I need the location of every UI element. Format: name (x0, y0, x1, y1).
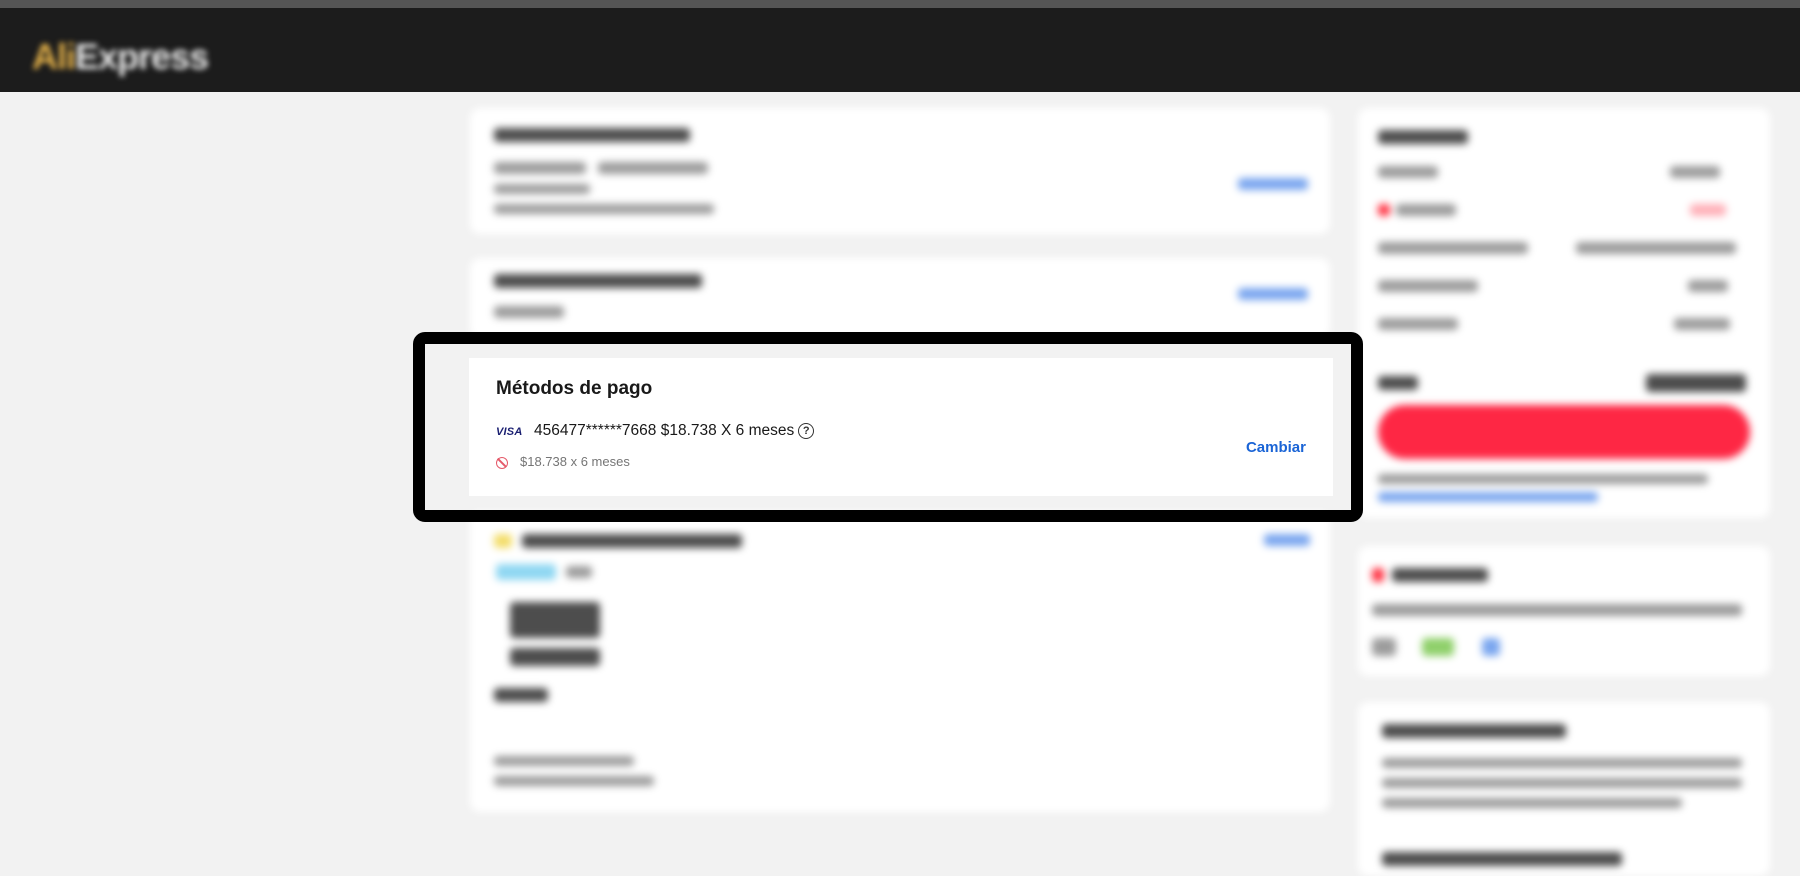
shipping-address-card (470, 108, 1330, 234)
placeholder-badge (496, 564, 556, 580)
placeholder-text (1378, 280, 1478, 292)
placeholder-text (494, 776, 654, 786)
placeholder-text (1382, 758, 1742, 768)
highlight-frame (413, 332, 1363, 522)
placeholder-text (1378, 130, 1468, 144)
placeholder-text (1378, 318, 1458, 330)
aliexpress-logo[interactable]: AliExpress (32, 36, 209, 78)
placeholder-text (494, 162, 586, 174)
place-order-button[interactable] (1378, 405, 1750, 459)
placeholder-text (1382, 724, 1566, 738)
placeholder-text (1670, 166, 1720, 178)
placeholder-text (1378, 166, 1438, 178)
placeholder-icon (1422, 638, 1454, 656)
placeholder-text (1378, 242, 1528, 254)
placeholder-image (510, 602, 600, 638)
change-link-placeholder[interactable] (1238, 178, 1308, 190)
placeholder-image (510, 648, 600, 666)
placeholder-text (494, 204, 714, 214)
placeholder-text (1674, 318, 1730, 330)
placeholder-text (494, 274, 702, 288)
placeholder-icon (1372, 638, 1396, 656)
placeholder-text (1378, 474, 1708, 484)
items-card (470, 512, 1330, 812)
logo-text-b: Express (75, 36, 209, 77)
placeholder-text (1372, 604, 1742, 616)
placeholder-badge (566, 566, 592, 578)
placeholder-text (494, 128, 690, 142)
logo-text-a: Ali (32, 36, 76, 77)
placeholder-text (494, 756, 634, 766)
placeholder-text (1392, 568, 1488, 582)
placeholder-text (1396, 204, 1456, 216)
placeholder-icon (1482, 638, 1500, 656)
delivery-info-card (1358, 702, 1770, 876)
placeholder-link[interactable] (1264, 534, 1310, 546)
placeholder-text (1690, 204, 1726, 216)
tax-info-card (470, 258, 1330, 338)
placeholder-text (1378, 376, 1418, 390)
placeholder-text (494, 184, 590, 194)
top-navigation-bar: AliExpress (0, 0, 1800, 92)
buyer-protection-card (1358, 546, 1770, 676)
placeholder-icon (1372, 568, 1384, 582)
placeholder-text (494, 306, 564, 318)
placeholder-icon (1378, 204, 1390, 216)
placeholder-text (598, 162, 708, 174)
placeholder-text (1688, 280, 1728, 292)
placeholder-link[interactable] (1378, 492, 1598, 502)
placeholder-text (494, 688, 548, 702)
placeholder-text (1576, 242, 1736, 254)
placeholder-text (1382, 778, 1742, 788)
placeholder-text (1382, 852, 1622, 866)
placeholder-icon (494, 534, 512, 548)
change-link-placeholder[interactable] (1238, 288, 1308, 300)
placeholder-text (1646, 374, 1746, 392)
placeholder-text (522, 534, 742, 548)
placeholder-text (1382, 798, 1682, 808)
